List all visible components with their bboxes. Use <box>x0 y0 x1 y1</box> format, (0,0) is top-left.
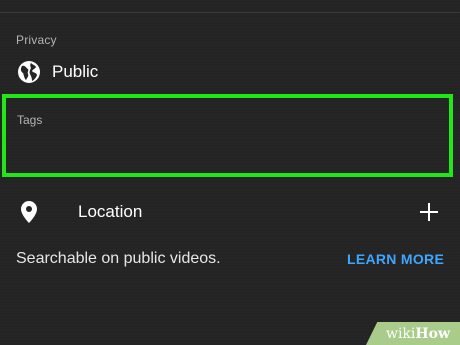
watermark-wiki: wiki <box>385 325 416 342</box>
privacy-value: Public <box>52 62 99 81</box>
upload-details-screen: Privacy Public Tags Location Searchable … <box>0 0 460 345</box>
learn-more-link[interactable]: LEARN MORE <box>347 251 444 267</box>
privacy-selector[interactable]: Public <box>16 58 98 86</box>
wikihow-watermark: wiki How <box>366 322 460 345</box>
location-helper-text: Searchable on public videos. <box>16 250 221 267</box>
divider <box>0 12 460 13</box>
location-label: Location <box>78 202 143 221</box>
plus-icon[interactable] <box>419 202 439 222</box>
globe-icon <box>18 61 40 83</box>
location-pin-icon <box>21 201 37 223</box>
privacy-label: Privacy <box>16 33 57 47</box>
location-row[interactable]: Location <box>0 196 460 228</box>
tags-field-highlight[interactable]: Tags <box>2 94 453 177</box>
tags-label: Tags <box>17 113 43 127</box>
watermark-how: How <box>415 325 451 342</box>
